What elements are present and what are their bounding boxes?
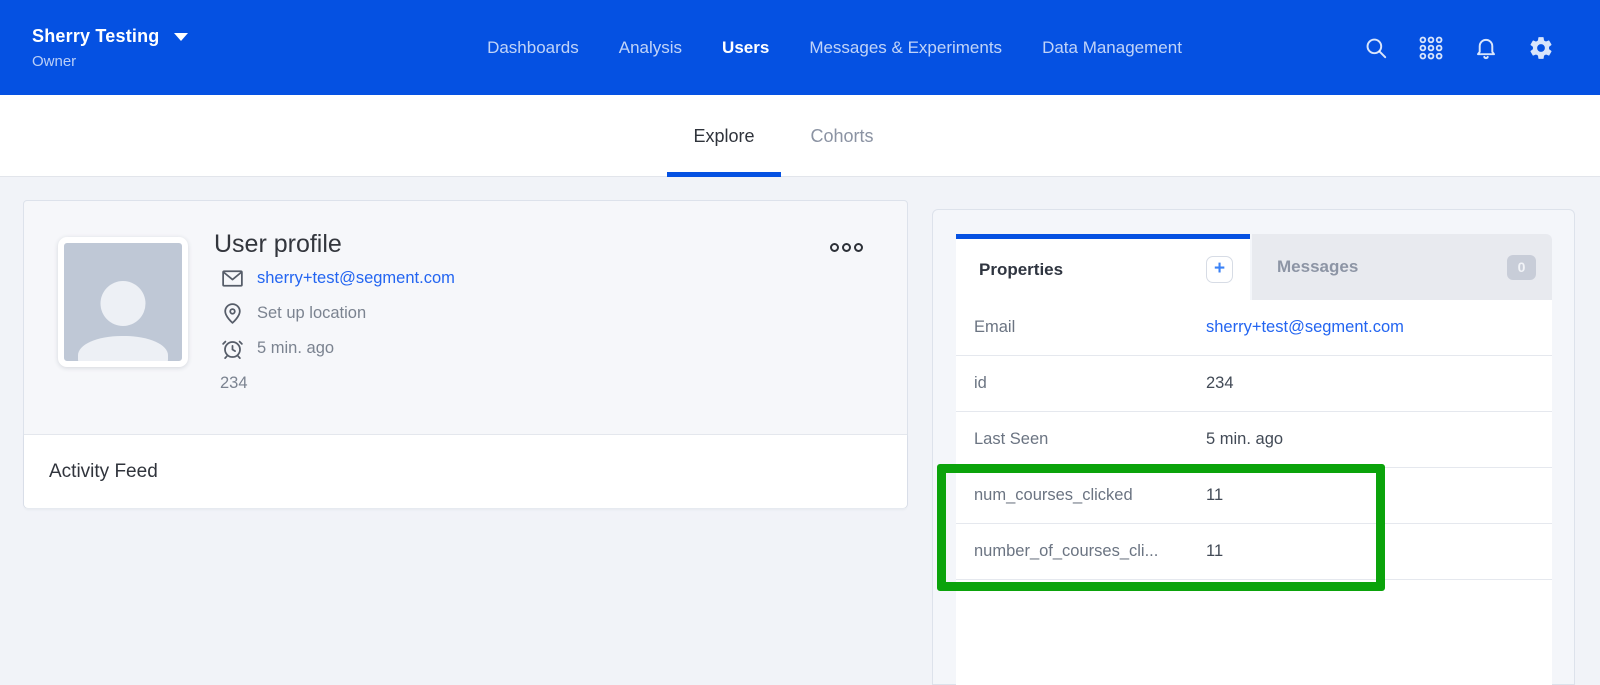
avatar-silhouette-head: [101, 281, 146, 326]
nav-item-analysis[interactable]: Analysis: [619, 38, 682, 58]
tab-properties[interactable]: Properties +: [956, 234, 1250, 300]
row-label: num_courses_clicked: [974, 486, 1206, 505]
row-value-email-link[interactable]: sherry+test@segment.com: [1206, 318, 1404, 337]
bell-icon[interactable]: [1473, 35, 1499, 61]
activity-feed-title: Activity Feed: [49, 461, 158, 483]
profile-lastseen-text: 5 min. ago: [257, 339, 334, 358]
table-row-number-of-courses-clicked: number_of_courses_cli... 11: [956, 524, 1552, 580]
account-switcher[interactable]: Sherry Testing Owner: [0, 26, 360, 70]
panel-tabs: Properties + Messages 0: [956, 234, 1552, 300]
row-value: 11: [1206, 542, 1223, 561]
profile-details: User profile sherry+test@segment.com: [214, 227, 455, 393]
properties-panel-card: Properties + Messages 0 Email sherry+tes…: [932, 209, 1575, 685]
account-role: Owner: [32, 53, 360, 70]
gear-icon[interactable]: [1528, 35, 1554, 61]
alarm-clock-icon: [219, 335, 246, 362]
header-icons: [1363, 35, 1600, 61]
apps-grid-icon[interactable]: [1418, 35, 1444, 61]
row-value: 5 min. ago: [1206, 430, 1283, 449]
nav-item-dashboards[interactable]: Dashboards: [487, 38, 579, 58]
messages-count-badge: 0: [1507, 255, 1536, 280]
app-header: Sherry Testing Owner Dashboards Analysis…: [0, 0, 1600, 95]
main-content: User profile sherry+test@segment.com: [0, 177, 1600, 685]
row-label: Email: [974, 318, 1206, 337]
profile-section: User profile sherry+test@segment.com: [24, 201, 907, 434]
row-value: 234: [1206, 374, 1234, 393]
profile-location-text[interactable]: Set up location: [257, 304, 366, 323]
section-tabbar: Explore Cohorts: [0, 95, 1600, 177]
profile-title: User profile: [214, 227, 455, 261]
tab-explore-label: Explore: [693, 126, 754, 147]
tab-messages[interactable]: Messages 0: [1252, 234, 1552, 300]
avatar: [58, 237, 188, 367]
row-value: 11: [1206, 486, 1223, 505]
nav-item-data-management[interactable]: Data Management: [1042, 38, 1182, 58]
envelope-icon: [219, 265, 246, 292]
row-label: number_of_courses_cli...: [974, 542, 1206, 561]
main-nav: Dashboards Analysis Users Messages & Exp…: [333, 38, 1336, 58]
user-profile-card: User profile sherry+test@segment.com: [23, 200, 908, 508]
search-icon[interactable]: [1363, 35, 1389, 61]
profile-location-row: Set up location: [219, 296, 455, 331]
table-row-last-seen: Last Seen 5 min. ago: [956, 412, 1552, 468]
profile-email-row: sherry+test@segment.com: [219, 261, 455, 296]
avatar-silhouette-body: [78, 336, 168, 367]
row-label: id: [974, 374, 1206, 393]
table-row-id: id 234: [956, 356, 1552, 412]
tab-messages-label: Messages: [1277, 257, 1358, 277]
nav-item-users[interactable]: Users: [722, 38, 769, 58]
ellipsis-menu-icon[interactable]: [826, 239, 867, 256]
table-empty-space: [956, 580, 1552, 685]
nav-item-messages-experiments[interactable]: Messages & Experiments: [809, 38, 1002, 58]
account-name: Sherry Testing: [32, 26, 160, 47]
profile-lastseen-row: 5 min. ago: [219, 331, 455, 366]
location-pin-icon: [219, 300, 246, 327]
tab-explore[interactable]: Explore: [667, 95, 781, 177]
tab-cohorts-label: Cohorts: [810, 126, 873, 147]
row-label: Last Seen: [974, 430, 1206, 449]
activity-feed-section: Activity Feed: [24, 434, 907, 508]
chevron-down-icon: [174, 33, 188, 41]
add-property-button[interactable]: +: [1206, 256, 1233, 283]
profile-user-id: 234: [220, 374, 455, 393]
properties-table: Email sherry+test@segment.com id 234 Las…: [956, 300, 1552, 685]
profile-email-link[interactable]: sherry+test@segment.com: [257, 269, 455, 288]
tab-properties-label: Properties: [979, 260, 1063, 280]
table-row-email: Email sherry+test@segment.com: [956, 300, 1552, 356]
tab-cohorts[interactable]: Cohorts: [787, 95, 897, 177]
table-row-num-courses-clicked: num_courses_clicked 11: [956, 468, 1552, 524]
